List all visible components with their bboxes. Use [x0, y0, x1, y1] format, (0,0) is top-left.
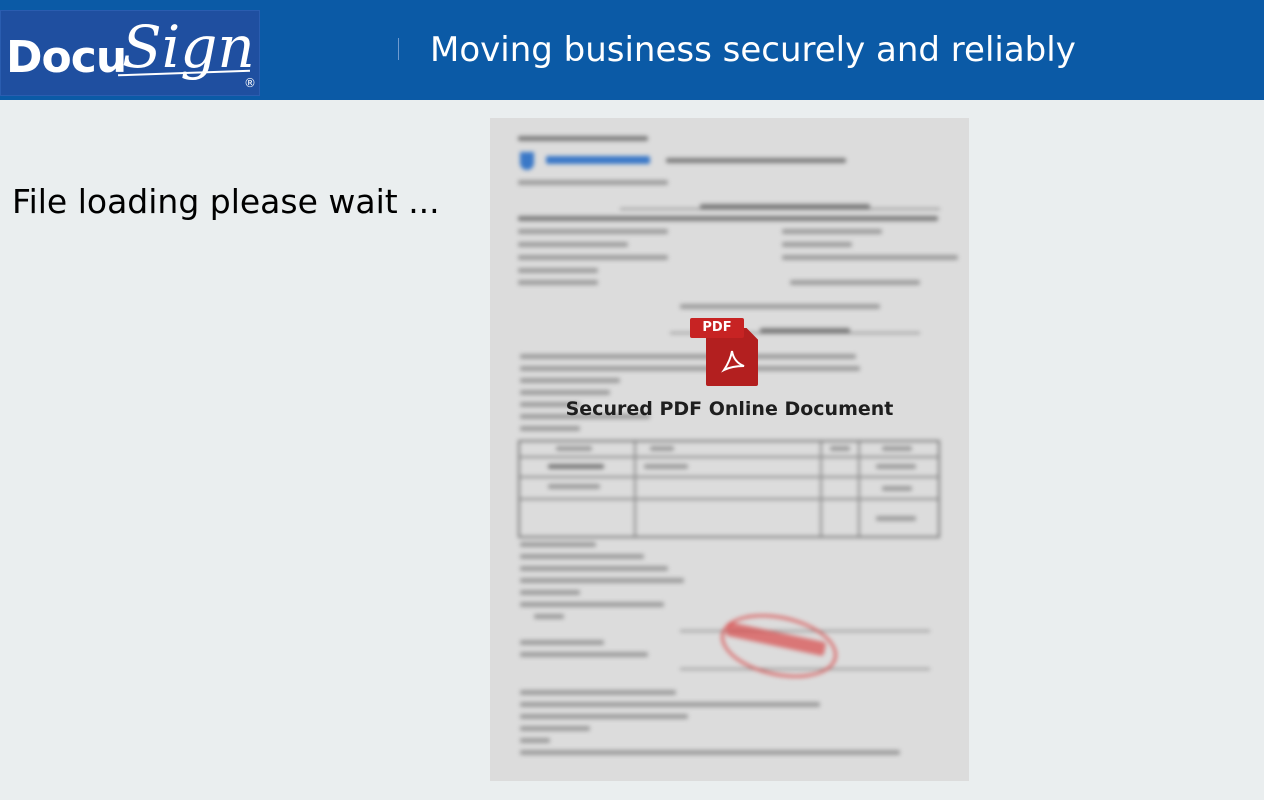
doc-line	[518, 136, 648, 141]
table-cell	[548, 464, 604, 469]
doc-line	[680, 304, 880, 309]
table-header-cell	[650, 446, 674, 451]
pdf-label: PDF	[690, 318, 744, 338]
doc-line	[520, 578, 684, 583]
doc-line	[760, 328, 850, 333]
doc-line	[520, 726, 590, 731]
doc-line	[518, 180, 668, 185]
pdf-file-icon[interactable]: PDF	[690, 318, 760, 388]
doc-line	[520, 378, 620, 383]
doc-line	[520, 714, 688, 719]
loading-message: File loading please wait ...	[12, 182, 440, 221]
doc-line	[518, 229, 668, 234]
doc-line	[666, 158, 846, 163]
logo-script: Sign	[122, 13, 255, 81]
doc-line	[520, 750, 900, 755]
table-rule	[520, 456, 938, 458]
table-cell	[876, 516, 916, 521]
doc-line	[520, 566, 668, 571]
doc-line	[520, 554, 644, 559]
doc-line	[534, 614, 564, 619]
table-cell	[644, 464, 688, 469]
doc-line	[782, 255, 958, 260]
document-preview[interactable]: PDF Secured PDF Online Document	[490, 118, 969, 781]
acrobat-swirl-icon	[721, 350, 745, 373]
docusign-logo: Docu Sign ®	[0, 10, 260, 96]
blurred-document-content	[490, 118, 969, 781]
table-header-cell	[882, 446, 912, 451]
doc-line	[790, 280, 920, 285]
doc-line	[518, 268, 598, 273]
doc-line	[518, 242, 628, 247]
header-divider	[398, 38, 399, 60]
header-bar: Docu Sign ® Moving business securely and…	[0, 0, 1264, 100]
logo-registered-mark: ®	[244, 76, 256, 90]
doc-line	[520, 738, 550, 743]
doc-line	[520, 640, 604, 645]
table-cell	[876, 464, 916, 469]
doc-line	[520, 542, 596, 547]
table-rule	[520, 476, 938, 478]
secured-pdf-caption: Secured PDF Online Document	[565, 398, 894, 420]
doc-line	[520, 426, 580, 431]
doc-line	[518, 216, 938, 221]
table-header-cell	[556, 446, 592, 451]
doc-line	[520, 354, 856, 359]
table-cell	[548, 484, 600, 489]
table-header-cell	[830, 446, 850, 451]
doc-line	[518, 280, 598, 285]
table-rule	[520, 498, 938, 500]
table-rule	[820, 442, 822, 536]
doc-line	[520, 390, 610, 395]
table-cell	[882, 486, 912, 491]
doc-line	[700, 204, 870, 209]
doc-table	[518, 440, 940, 538]
logo-text: Docu	[6, 32, 127, 83]
table-rule	[858, 442, 860, 536]
table-rule	[634, 442, 636, 536]
doc-line	[520, 690, 676, 695]
brand-shield-icon	[520, 152, 534, 170]
brand-name-block	[546, 156, 650, 164]
doc-line	[520, 590, 580, 595]
doc-line	[520, 702, 820, 707]
doc-line	[518, 255, 668, 260]
doc-line	[520, 652, 648, 657]
header-tagline: Moving business securely and reliably	[430, 30, 1076, 70]
doc-line	[782, 242, 852, 247]
doc-line	[520, 602, 664, 607]
doc-line	[782, 229, 882, 234]
